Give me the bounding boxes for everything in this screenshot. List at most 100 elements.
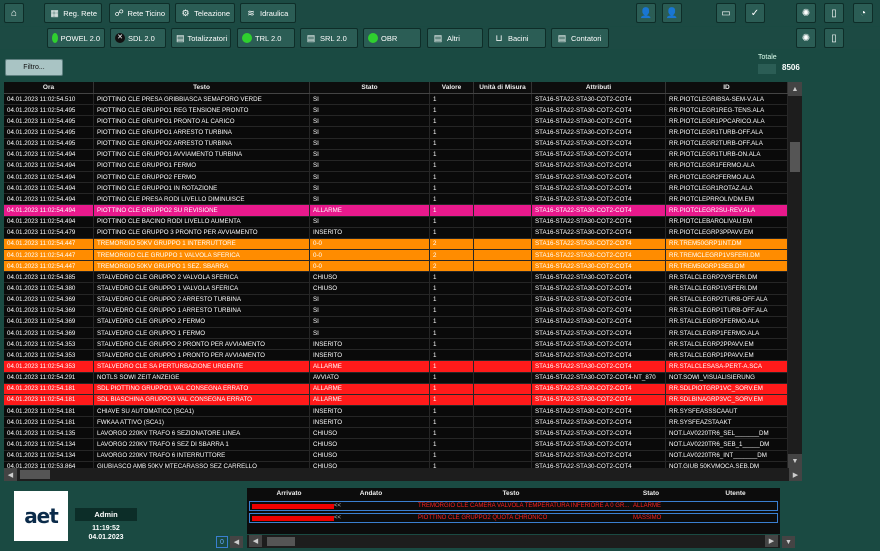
scroll-right-icon[interactable]: ▶ <box>765 535 778 547</box>
table-row[interactable]: 04.01.2023 11:02:54.494 PIOTTINO CLE GRUP… <box>4 183 788 195</box>
scroll-thumb[interactable] <box>267 537 295 546</box>
table-row[interactable]: 04.01.2023 11:02:54.134 LAVORGO 220KV TRA… <box>4 439 788 451</box>
table-cell: RR.PIOTCLEGRIBSA-SEM-V.ALA <box>666 94 788 105</box>
table-cell: RR.PIOTCLEGR1TURB-ON.ALA <box>666 149 788 160</box>
contatori-button[interactable]: ▤ Contatori <box>551 28 609 48</box>
table-cell <box>474 138 532 149</box>
scroll-thumb[interactable] <box>20 470 50 479</box>
table-cell: 04.01.2023 11:02:54.494 <box>4 194 94 205</box>
alarm-row[interactable]: << PIOTTINO CLE GRUPPO2 QUOTA CHRONICO M… <box>249 513 778 523</box>
table-row[interactable]: 04.01.2023 11:02:54.369 STALVEDRO CLE GRU… <box>4 305 788 317</box>
document-icon: ▤ <box>433 32 443 43</box>
srl-button[interactable]: ▤ SRL 2.0 <box>300 28 358 48</box>
scroll-left-icon[interactable]: ◀ <box>249 535 262 547</box>
table-row[interactable]: 04.01.2023 11:02:54.181 SDL BIASCHINA GRU… <box>4 394 788 406</box>
table-row[interactable]: 04.01.2023 11:02:54.181 CHIAVE SU AUTOMAT… <box>4 405 788 418</box>
table-row[interactable]: 04.01.2023 11:02:54.494 PIOTTINO CLE GRUP… <box>4 171 788 184</box>
table-row[interactable]: 04.01.2023 11:02:54.134 LAVORGO 220KV TRA… <box>4 450 788 462</box>
horizontal-scrollbar[interactable]: ◀ ▶ <box>4 468 802 481</box>
table-row[interactable]: 04.01.2023 11:02:54.369 STALVEDRO CLE GRU… <box>4 294 788 306</box>
table-row[interactable]: 04.01.2023 11:02:54.494 PIOTTINO CLE PRES… <box>4 194 788 206</box>
totalizzatori-button[interactable]: ▤ Totalizzatori <box>171 28 231 48</box>
table-row[interactable]: 04.01.2023 11:02:54.353 STALVEDRO CLE GRU… <box>4 339 788 351</box>
column-header[interactable]: Unità di Misura <box>474 82 532 93</box>
alarm-horizontal-scrollbar[interactable]: ◀ ▶ <box>247 535 780 548</box>
table-cell: SI <box>310 105 430 116</box>
document-icon: ▤ <box>306 32 316 43</box>
table-cell <box>474 350 532 361</box>
table-cell: RR.PIOTCLEGRP3PPAVV.EM <box>666 227 788 238</box>
table-row[interactable]: 04.01.2023 11:02:54.495 PIOTTINO CLE GRUP… <box>4 116 788 128</box>
scroll-up-icon[interactable]: ▲ <box>788 82 802 96</box>
scroll-down-icon[interactable]: ▼ <box>782 536 795 548</box>
column-header[interactable]: Stato <box>310 82 430 93</box>
table-row[interactable]: 04.01.2023 11:02:54.495 PIOTTINO CLE GRUP… <box>4 138 788 150</box>
gauge-icon[interactable]: ◔ <box>853 3 873 23</box>
alarm-light-icon[interactable]: ✺ <box>796 3 816 23</box>
table-cell: 1 <box>430 450 474 461</box>
table-row[interactable]: 04.01.2023 11:02:54.135 LAVORGO 220KV TRA… <box>4 428 788 440</box>
vertical-scrollbar[interactable]: ▲ ▼ <box>788 82 802 468</box>
table-row[interactable]: 04.01.2023 11:02:54.385 STALVEDRO CLE GRU… <box>4 272 788 284</box>
user-name[interactable]: Admin <box>75 508 137 521</box>
table-row[interactable]: 04.01.2023 11:02:54.353 STALVEDRO CLE GRU… <box>4 350 788 362</box>
trl-button[interactable]: TRL 2.0 <box>237 28 295 48</box>
scroll-left-icon[interactable]: ◀ <box>4 468 17 481</box>
powel-button[interactable]: POWEL 2.0 <box>47 28 105 48</box>
table-row[interactable]: 04.01.2023 11:02:54.495 PIOTTINO CLE GRUP… <box>4 127 788 139</box>
table-row[interactable]: 04.01.2023 11:02:54.447 TREMORGIO 50KV GR… <box>4 261 788 273</box>
table-row[interactable]: 04.01.2023 11:02:54.494 PIOTTINO CLE BACI… <box>4 216 788 228</box>
table-row[interactable]: 04.01.2023 11:02:54.510 PIOTTINO CLE PRES… <box>4 94 788 106</box>
column-header[interactable]: Attributi <box>532 82 666 93</box>
table-row[interactable]: 04.01.2023 11:02:54.369 STALVEDRO CLE GRU… <box>4 327 788 340</box>
book-icon[interactable]: ▯ <box>824 28 844 48</box>
table-cell: 04.01.2023 11:02:54.369 <box>4 316 94 327</box>
column-header[interactable]: ID <box>666 82 788 93</box>
table-row[interactable]: 04.01.2023 11:02:54.380 STALVEDRO CLE GRU… <box>4 283 788 295</box>
alarm-row[interactable]: << TREMORGIO CLE CAMERA VALVOLA TEMPERAT… <box>249 501 778 511</box>
scroll-down-icon[interactable]: ▼ <box>788 454 802 468</box>
monitor-icon[interactable]: ▭ <box>716 3 736 23</box>
home-icon[interactable]: ⌂ <box>4 3 24 23</box>
table-row[interactable]: 04.01.2023 11:02:54.479 PIOTTINO CLE GRUP… <box>4 227 788 239</box>
table-cell: 04.01.2023 11:02:54.385 <box>4 272 94 283</box>
user-add-icon[interactable]: 👤 <box>636 3 656 23</box>
table-row[interactable]: 04.01.2023 11:02:54.495 PIOTTINO CLE GRUP… <box>4 105 788 117</box>
table-row[interactable]: 04.01.2023 11:02:54.494 PIOTTINO CLE GRUP… <box>4 149 788 161</box>
table-cell: NOT.LAV0220TR6_SEB_1_____DM <box>666 439 788 450</box>
check-circle-icon[interactable]: ✓ <box>745 3 765 23</box>
table-cell: SI <box>310 127 430 138</box>
obr-button[interactable]: OBR <box>363 28 421 48</box>
user-icon[interactable]: 👤 <box>662 3 682 23</box>
table-cell: SI <box>310 194 430 205</box>
table-row[interactable]: 04.01.2023 11:02:54.369 STALVEDRO CLE GRU… <box>4 316 788 328</box>
table-row[interactable]: 04.01.2023 11:02:54.291 NOTLS SOWI ZEIT A… <box>4 372 788 384</box>
scroll-right-icon[interactable]: ▶ <box>789 468 802 481</box>
scroll-left-icon[interactable]: ◀ <box>230 536 243 548</box>
tab-rete-ticino[interactable]: ☍ Rete Ticino <box>109 3 170 23</box>
column-header[interactable]: Testo <box>94 82 310 93</box>
table-row[interactable]: 04.01.2023 11:02:54.447 TREMORGIO 50KV GR… <box>4 238 788 250</box>
table-cell: SDL PIOTTINO GRUPPO1 VAL CONSEGNA ERRATO <box>94 383 310 394</box>
table-row[interactable]: 04.01.2023 11:02:54.494 PIOTTINO CLE GRUP… <box>4 160 788 172</box>
table-row[interactable]: 04.01.2023 11:02:54.353 STALVEDRO CLE SA … <box>4 361 788 373</box>
table-cell: 04.01.2023 11:02:54.447 <box>4 238 94 249</box>
table-cell: RR.PIOTCLEGR1REG-TENS.ALA <box>666 105 788 116</box>
table-row[interactable]: 04.01.2023 11:02:54.447 TREMORGIO CLE GRU… <box>4 249 788 262</box>
table-row[interactable]: 04.01.2023 11:02:54.494 PIOTTINO CLE GRUP… <box>4 205 788 217</box>
tab-reg-rete[interactable]: ▦ Reg. Rete <box>44 3 102 23</box>
table-row[interactable]: 04.01.2023 11:02:54.181 FWKAA ATTIVO (SCA… <box>4 417 788 429</box>
sdl-button[interactable]: ✕ SDL 2.0 <box>110 28 166 48</box>
altri-button[interactable]: ▤ Altri <box>427 28 483 48</box>
column-header[interactable]: Ora <box>4 82 94 93</box>
table-row[interactable]: 04.01.2023 11:02:54.181 SDL PIOTTINO GRUP… <box>4 383 788 395</box>
bacini-button[interactable]: ⊔ Bacini <box>488 28 546 48</box>
tab-teleazione[interactable]: ⚙ Teleazione <box>175 3 235 23</box>
filter-button[interactable]: Filtro... <box>5 59 63 76</box>
table-cell: RR.SDLPIOTGRP1VC_SORV.EM <box>666 383 788 394</box>
column-header[interactable]: Valore <box>430 82 474 93</box>
book-icon[interactable]: ▯ <box>824 3 844 23</box>
scroll-thumb[interactable] <box>790 142 800 172</box>
alarm-light-icon[interactable]: ✺ <box>796 28 816 48</box>
tab-idraulica[interactable]: ≋ Idraulica <box>240 3 296 23</box>
